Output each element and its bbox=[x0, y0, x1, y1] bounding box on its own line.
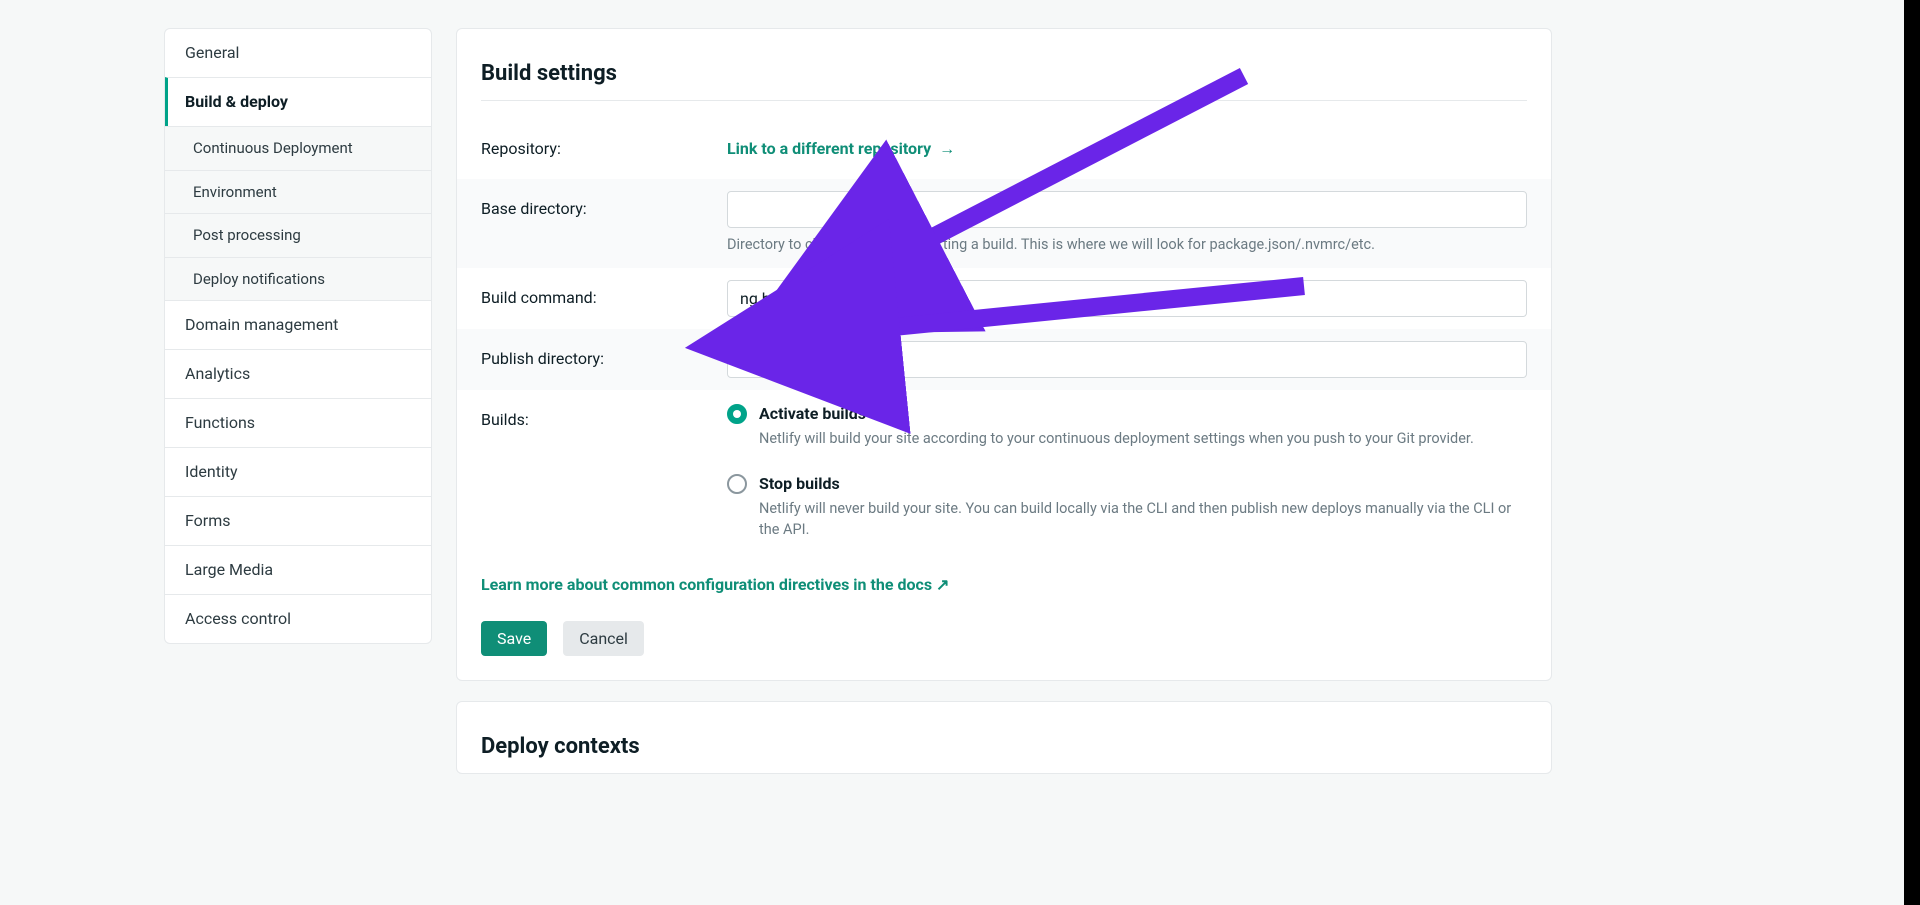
settings-sidebar: General Build & deploy Continuous Deploy… bbox=[164, 28, 432, 644]
sidebar-sub-environment[interactable]: Environment bbox=[165, 170, 431, 214]
main-content: Build settings Repository: Link to a dif… bbox=[456, 28, 1552, 774]
radio-desc-activate: Netlify will build your site according t… bbox=[759, 428, 1527, 450]
build-settings-card: Build settings Repository: Link to a dif… bbox=[456, 28, 1552, 681]
label-repository: Repository: bbox=[481, 131, 727, 161]
row-build-command: Build command: bbox=[457, 268, 1551, 329]
save-button[interactable]: Save bbox=[481, 621, 547, 656]
radio-title-activate: Activate builds bbox=[759, 402, 1527, 426]
link-different-repository-text: Link to a different repository bbox=[727, 139, 931, 158]
sidebar-item-forms[interactable]: Forms bbox=[165, 496, 431, 545]
help-base-directory: Directory to change to before starting a… bbox=[727, 234, 1527, 256]
card-title-deploy-contexts: Deploy contexts bbox=[481, 730, 1527, 773]
input-base-directory[interactable] bbox=[727, 191, 1527, 228]
link-docs[interactable]: Learn more about common configuration di… bbox=[481, 573, 949, 597]
label-build-command: Build command: bbox=[481, 280, 727, 310]
radio-icon-stop[interactable] bbox=[727, 474, 747, 494]
sidebar-item-large-media[interactable]: Large Media bbox=[165, 545, 431, 594]
row-base-directory: Base directory: Directory to change to b… bbox=[457, 179, 1551, 268]
radio-option-activate-builds[interactable]: Activate builds Netlify will build your … bbox=[727, 402, 1527, 450]
radio-title-stop: Stop builds bbox=[759, 472, 1527, 496]
window-scrollbar-gutter bbox=[1904, 0, 1920, 905]
radio-icon-activate[interactable] bbox=[727, 404, 747, 424]
external-link-icon: ↗ bbox=[936, 575, 949, 594]
sidebar-item-general[interactable]: General bbox=[165, 29, 431, 77]
input-build-command[interactable] bbox=[727, 280, 1527, 317]
input-publish-directory[interactable] bbox=[727, 341, 1527, 378]
label-base-directory: Base directory: bbox=[481, 191, 727, 221]
link-docs-text: Learn more about common configuration di… bbox=[481, 575, 932, 594]
row-publish-directory: Publish directory: bbox=[457, 329, 1551, 390]
radio-desc-stop: Netlify will never build your site. You … bbox=[759, 498, 1527, 542]
label-builds: Builds: bbox=[481, 402, 727, 432]
deploy-contexts-card: Deploy contexts bbox=[456, 701, 1552, 774]
sidebar-sub-deploy-notifications[interactable]: Deploy notifications bbox=[165, 257, 431, 301]
sidebar-item-functions[interactable]: Functions bbox=[165, 398, 431, 447]
link-different-repository[interactable]: Link to a different repository → bbox=[727, 131, 955, 167]
row-repository: Repository: Link to a different reposito… bbox=[457, 119, 1551, 179]
sidebar-sub-continuous-deployment[interactable]: Continuous Deployment bbox=[165, 126, 431, 170]
cancel-button[interactable]: Cancel bbox=[563, 621, 644, 656]
sidebar-sub-post-processing[interactable]: Post processing bbox=[165, 213, 431, 257]
card-title-build-settings: Build settings bbox=[481, 57, 1527, 101]
row-builds: Builds: Activate builds Netlify will bui… bbox=[457, 390, 1551, 553]
sidebar-item-domain-management[interactable]: Domain management bbox=[165, 300, 431, 349]
button-row: Save Cancel bbox=[481, 621, 1527, 656]
sidebar-item-access-control[interactable]: Access control bbox=[165, 594, 431, 643]
sidebar-item-analytics[interactable]: Analytics bbox=[165, 349, 431, 398]
label-publish-directory: Publish directory: bbox=[481, 341, 727, 371]
sidebar-item-build-deploy[interactable]: Build & deploy bbox=[165, 77, 431, 126]
sidebar-subgroup-build: Continuous Deployment Environment Post p… bbox=[165, 126, 431, 300]
radio-option-stop-builds[interactable]: Stop builds Netlify will never build you… bbox=[727, 472, 1527, 542]
arrow-right-icon: → bbox=[939, 139, 955, 158]
sidebar-item-identity[interactable]: Identity bbox=[165, 447, 431, 496]
